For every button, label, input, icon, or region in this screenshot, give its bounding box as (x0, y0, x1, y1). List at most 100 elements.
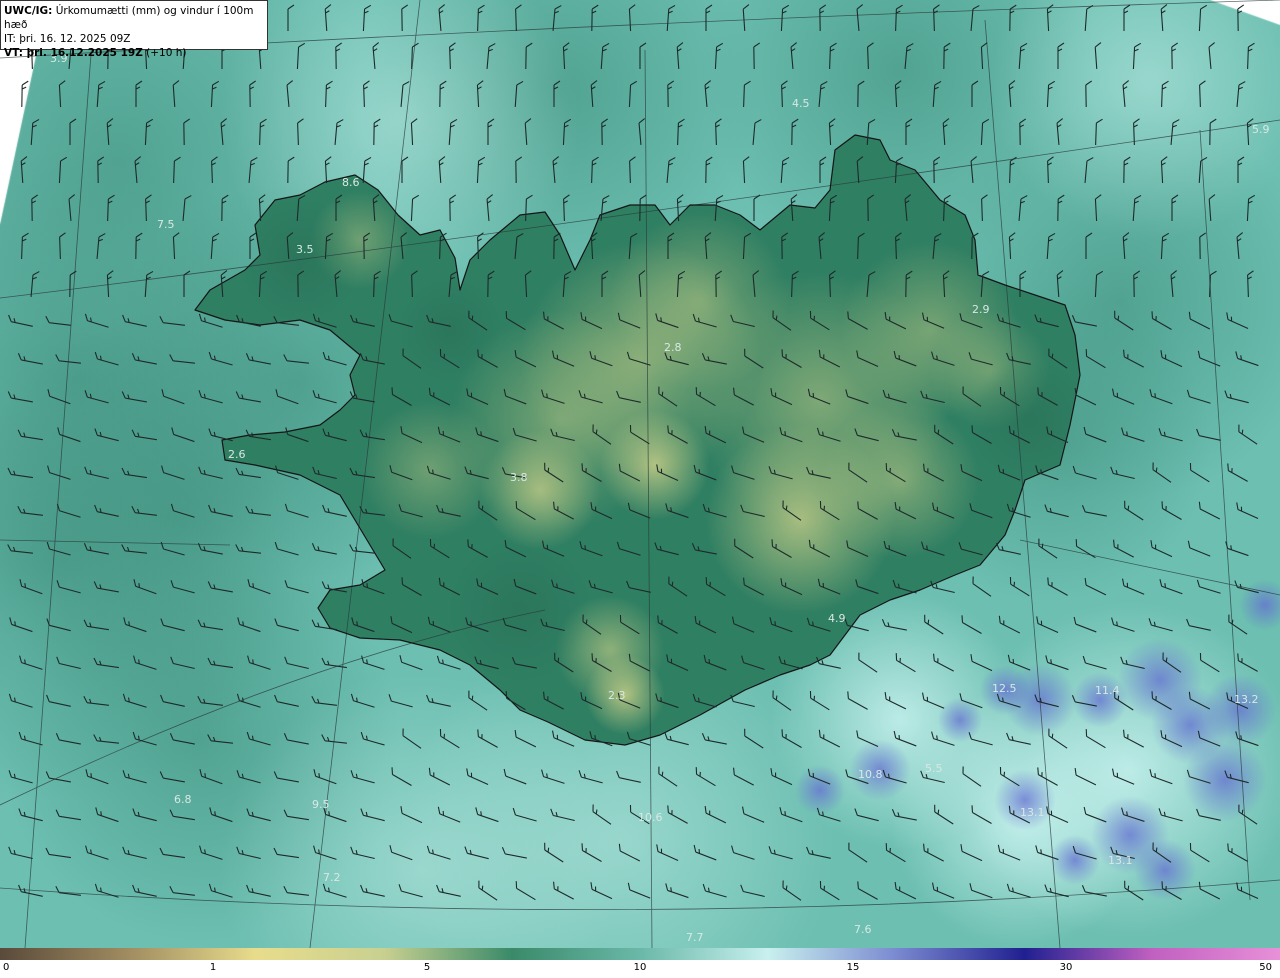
wind-barb (321, 581, 347, 593)
wind-barb (438, 156, 446, 184)
wind-barb (601, 118, 609, 146)
wind-barb (589, 351, 613, 367)
wind-barb (1085, 729, 1106, 749)
wind-barb (283, 354, 309, 364)
wind-barb (882, 769, 907, 784)
precip-value-label: 13.1 (1020, 806, 1045, 819)
wind-barb (999, 766, 1020, 787)
wind-barb (161, 389, 185, 405)
wind-barb (389, 465, 413, 481)
wind-barb (324, 4, 332, 32)
wind-barb (427, 616, 451, 633)
wind-barb (1132, 194, 1142, 222)
wind-barb (131, 353, 157, 365)
wind-barb (934, 424, 954, 445)
wind-barb (512, 427, 537, 442)
wind-barb (744, 728, 764, 749)
wind-barb (882, 389, 907, 404)
wind-barb (439, 80, 447, 108)
wind-barb (1084, 157, 1094, 184)
wind-barb (1162, 652, 1182, 673)
wind-barb (467, 539, 488, 558)
wind-barb (543, 691, 564, 710)
wind-barb (468, 690, 488, 711)
wind-barb (1149, 769, 1173, 785)
wind-barb (398, 884, 423, 898)
wind-barb (449, 194, 457, 222)
wind-barb (1197, 730, 1221, 747)
wind-barb (410, 118, 418, 146)
wind-barb (894, 80, 902, 108)
precip-value-label: 2.8 (664, 341, 682, 354)
wind-barb (1084, 577, 1107, 596)
wind-barb (905, 270, 913, 298)
lat-lon-grid (0, 0, 1280, 948)
wind-barb (895, 232, 902, 260)
wind-barb (210, 80, 220, 108)
wind-barb (17, 505, 43, 516)
wind-barb (981, 194, 988, 222)
wind-barb (220, 118, 228, 146)
wind-barb (1236, 81, 1246, 108)
wind-barb (1150, 540, 1173, 558)
wind-barb (391, 767, 412, 786)
wind-barb (436, 504, 461, 517)
wind-barb (182, 195, 192, 222)
wind-barb (388, 314, 413, 328)
wind-barb (1189, 462, 1210, 483)
wind-barb (627, 882, 651, 899)
wind-barb (94, 504, 119, 517)
wind-barb (848, 842, 868, 863)
wind-barb (502, 617, 527, 632)
wind-barb (961, 615, 982, 634)
wind-barb (21, 80, 29, 108)
wind-barb (1044, 504, 1069, 518)
wind-barb (752, 270, 760, 298)
wind-barb (590, 502, 613, 520)
wind-barb (618, 463, 641, 482)
wind-barb (856, 730, 879, 747)
wind-barb (466, 388, 489, 405)
wind-barb (1228, 614, 1248, 635)
wind-barb (95, 807, 119, 823)
wind-barb (772, 310, 792, 331)
wind-barb (933, 653, 954, 672)
wind-barb (1034, 694, 1059, 708)
wind-barb (514, 80, 524, 108)
wind-barb (742, 4, 750, 32)
wind-barb (692, 313, 717, 328)
wind-barb (733, 767, 754, 786)
wind-barb (209, 807, 233, 823)
wind-barb (541, 769, 565, 784)
wind-barb (392, 538, 412, 559)
wind-barb (31, 194, 39, 222)
wind-barb (1036, 616, 1059, 633)
wind-barb (854, 428, 879, 442)
wind-barb (1199, 80, 1206, 108)
wind-barb (359, 429, 385, 441)
wind-barb (1151, 691, 1172, 710)
wind-barb (389, 845, 413, 861)
wind-barb (284, 656, 309, 670)
value-labels: 3.94.55.97.53.58.62.92.82.63.84.92.312.5… (50, 52, 1270, 944)
wind-barb (475, 807, 499, 823)
wind-barb (701, 733, 727, 745)
precip-value-label: 13.2 (1234, 693, 1259, 706)
wind-barb (857, 80, 865, 108)
wind-barb (578, 770, 603, 784)
wind-barb (429, 538, 450, 559)
wind-barb (1038, 538, 1058, 559)
precip-value-label: 7.7 (686, 931, 704, 944)
wind-barb (931, 882, 955, 899)
wind-barb (1148, 618, 1173, 632)
wind-barb (551, 579, 575, 594)
wind-barb (1048, 348, 1068, 369)
wind-barb (816, 807, 841, 822)
wind-barb (968, 352, 993, 366)
wind-barb (359, 505, 385, 516)
wind-barb (816, 427, 841, 442)
wind-barb (475, 427, 499, 443)
wind-barb (1048, 728, 1068, 749)
wind-barb (83, 695, 109, 706)
wind-barb (56, 503, 81, 518)
